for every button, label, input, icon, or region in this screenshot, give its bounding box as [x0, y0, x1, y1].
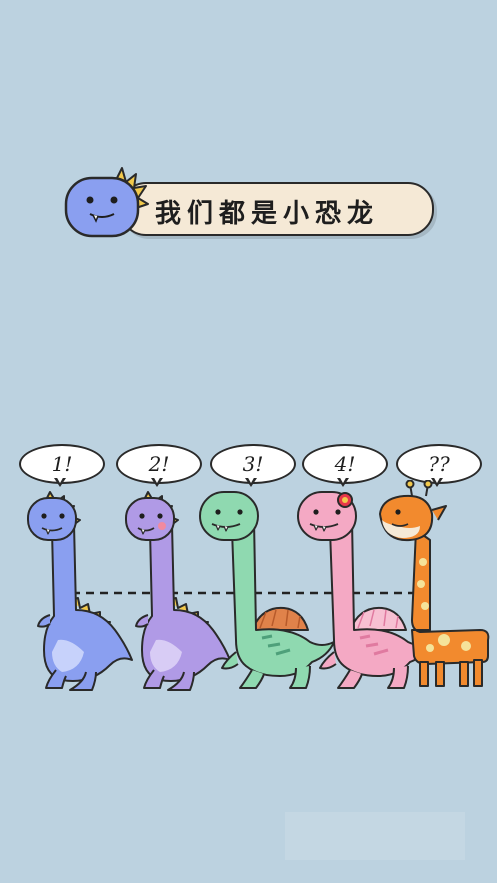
dinosaur-head-icon	[64, 167, 149, 238]
title-banner: 我们都是小恐龙	[60, 160, 435, 245]
page-title: 我们都是小恐龙	[155, 199, 380, 229]
dinosaur-lineup	[27, 480, 490, 691]
watermark	[285, 812, 465, 860]
blue-dinosaur-icon	[27, 491, 133, 691]
